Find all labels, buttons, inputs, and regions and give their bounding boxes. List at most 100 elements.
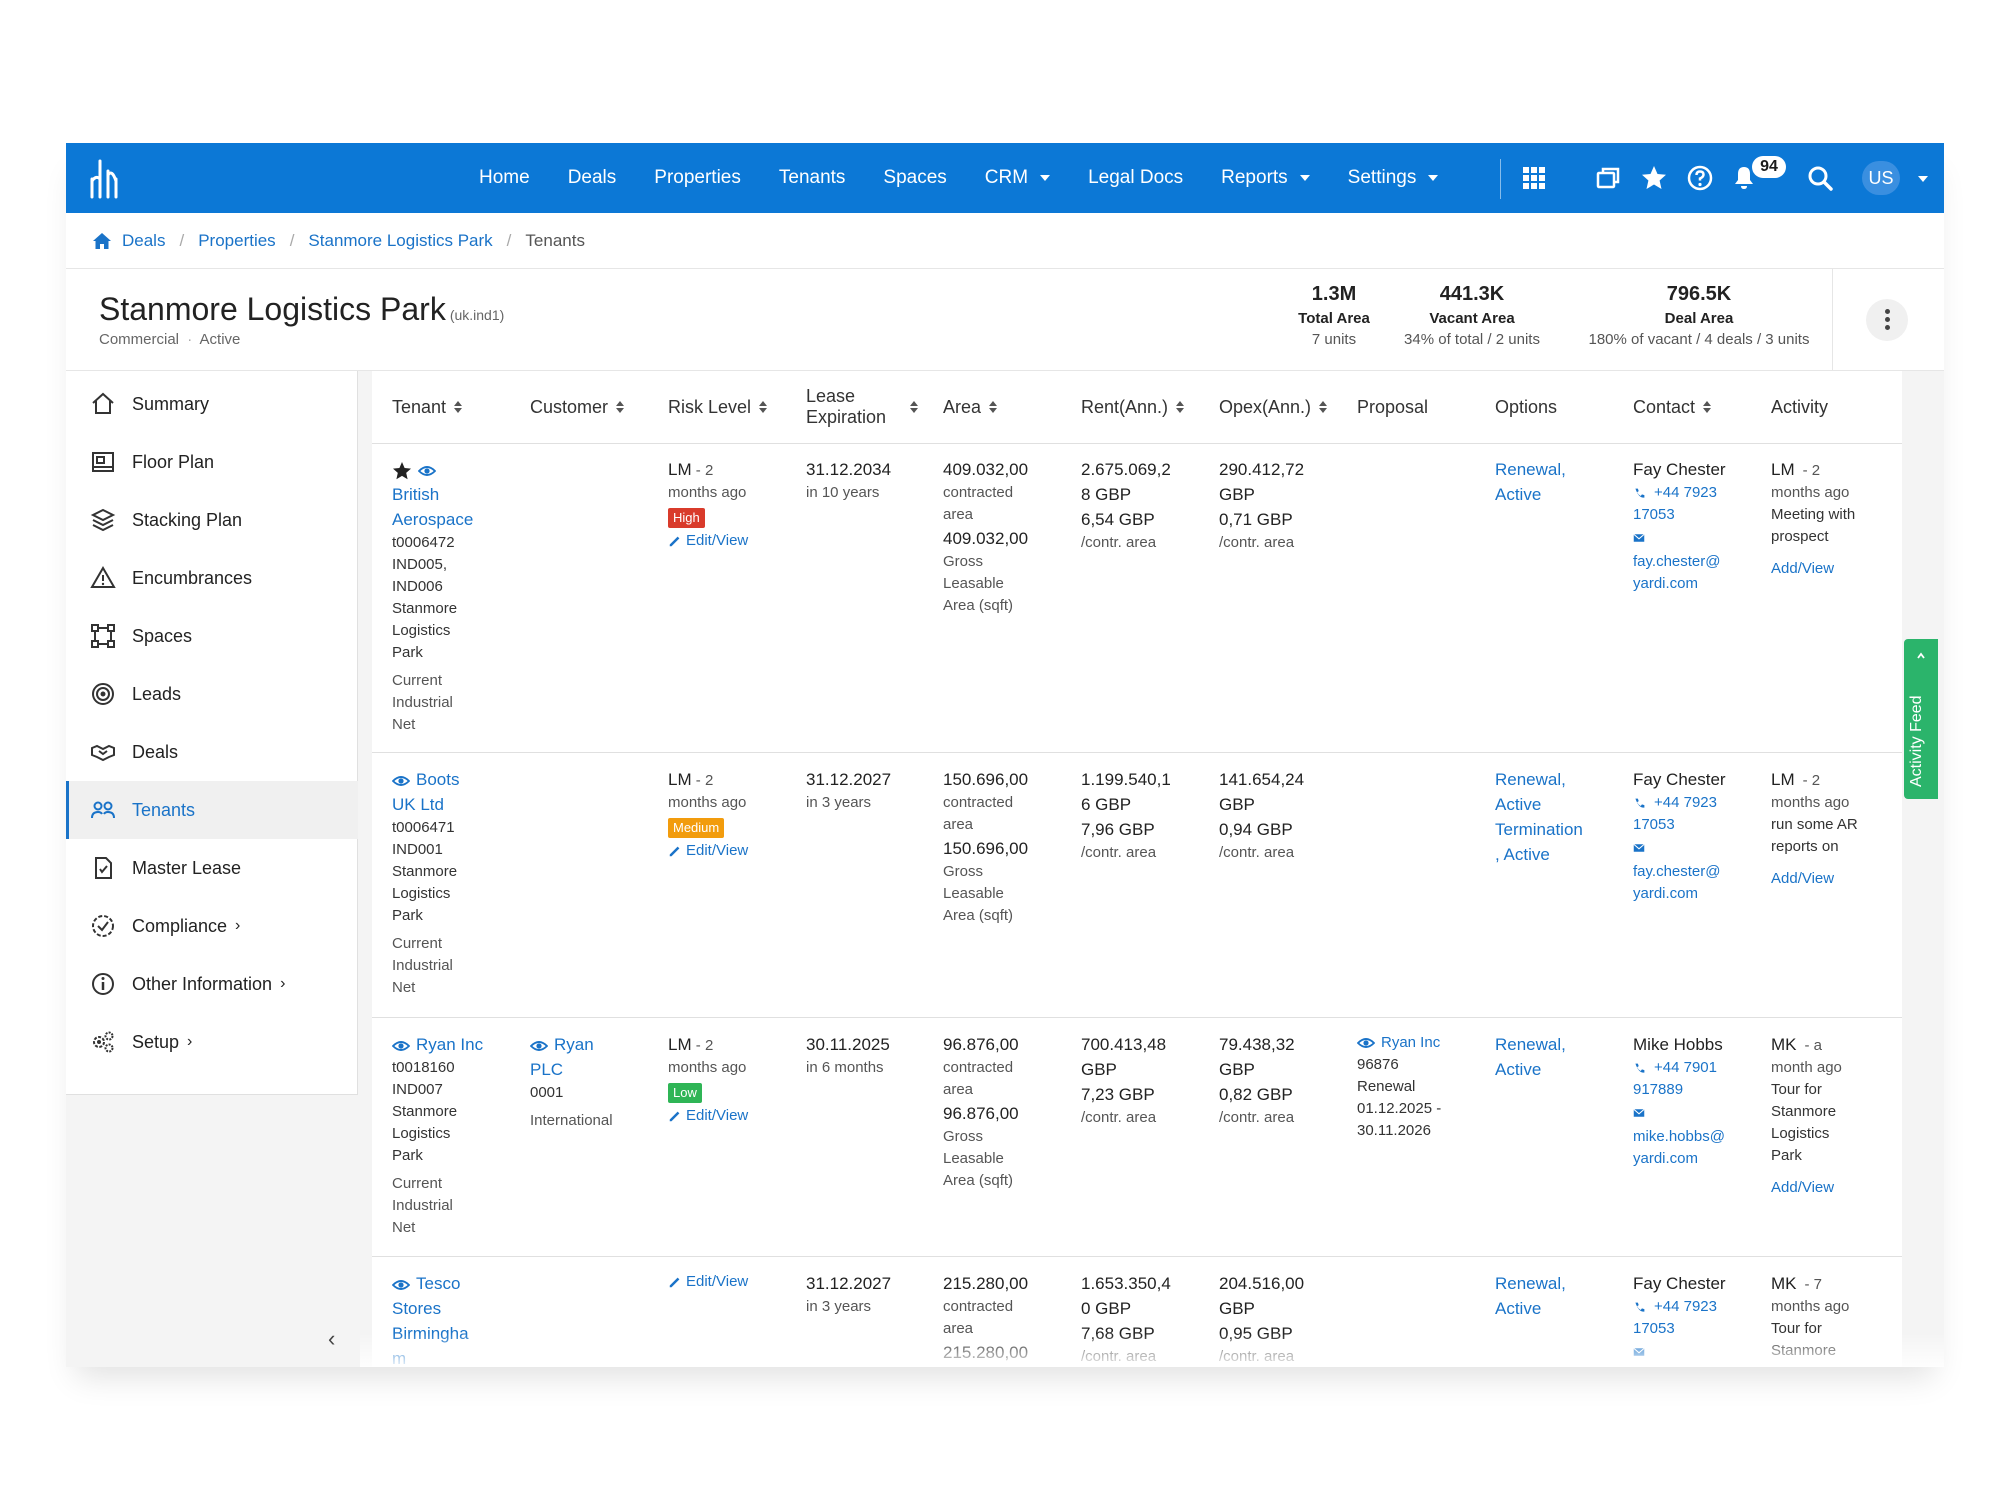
apps-grid-icon[interactable] — [1520, 164, 1548, 192]
option-link[interactable]: Renewal, — [1495, 1271, 1615, 1296]
column-header-area[interactable]: Area — [943, 371, 1063, 443]
sidebar-item-encumbrances[interactable]: Encumbrances — [66, 549, 358, 607]
column-header-rent-ann[interactable]: Rent(Ann.) — [1081, 371, 1201, 443]
contact-email-link[interactable]: yardi.com — [1633, 1148, 1753, 1170]
sort-icon[interactable] — [616, 401, 625, 413]
column-header-contact[interactable]: Contact — [1633, 371, 1753, 443]
edit-view-link[interactable]: Edit/View — [668, 840, 788, 862]
sort-icon[interactable] — [1176, 401, 1185, 413]
nav-item-legal-docs[interactable]: Legal Docs — [1088, 167, 1183, 189]
customer-name-link[interactable]: Ryan — [529, 1032, 640, 1057]
sort-icon[interactable] — [1703, 401, 1712, 413]
contact-email-link[interactable]: yardi.com — [1633, 883, 1753, 905]
column-header-risk-level[interactable]: Risk Level — [668, 371, 788, 443]
nav-item-properties[interactable]: Properties — [654, 167, 741, 189]
mail-icon[interactable] — [1633, 532, 1645, 544]
option-link[interactable]: , Active — [1495, 842, 1615, 867]
contact-phone-link[interactable]: +44 7901 — [1633, 1057, 1753, 1079]
breadcrumb-properties[interactable]: Properties — [198, 231, 275, 251]
option-link[interactable]: Renewal, — [1495, 767, 1615, 792]
contact-phone-link[interactable]: 17053 — [1633, 814, 1753, 836]
eye-icon[interactable] — [391, 1278, 411, 1292]
option-link[interactable]: Active — [1495, 1296, 1615, 1321]
proposal-link[interactable]: Ryan Inc — [1356, 1032, 1477, 1054]
nav-item-tenants[interactable]: Tenants — [779, 167, 846, 189]
eye-icon[interactable] — [391, 774, 411, 788]
contact-email-link[interactable]: fay.chester@ — [1633, 551, 1753, 573]
contact-email-link[interactable]: mike.hobbs@ — [1633, 1126, 1753, 1148]
customer-name-link[interactable]: PLC — [530, 1057, 640, 1082]
help-icon[interactable] — [1686, 164, 1714, 192]
nav-item-settings[interactable]: Settings — [1348, 167, 1439, 189]
windows-icon[interactable] — [1594, 164, 1622, 192]
sidebar-item-deals[interactable]: Deals — [66, 723, 358, 781]
option-link[interactable]: Renewal, — [1495, 457, 1615, 482]
contact-email-link[interactable]: yardi.com — [1633, 573, 1753, 595]
column-header-activity[interactable]: Activity — [1771, 371, 1891, 443]
yardi-logo[interactable] — [86, 157, 126, 199]
tenant-name-link[interactable]: Aerospace — [392, 507, 504, 532]
sidebar-item-summary[interactable]: Summary — [66, 375, 358, 433]
sort-icon[interactable] — [989, 401, 998, 413]
sidebar-item-stacking-plan[interactable]: Stacking Plan — [66, 491, 358, 549]
tenant-name-link[interactable]: British — [392, 482, 504, 507]
column-header-options[interactable]: Options — [1495, 371, 1615, 443]
contact-email-link[interactable]: fay.chester@ — [1633, 861, 1753, 883]
contact-phone-link[interactable]: 917889 — [1633, 1079, 1753, 1101]
sort-icon[interactable] — [1319, 401, 1328, 413]
sidebar-item-other-information[interactable]: Other Information › — [66, 955, 358, 1013]
sidebar-item-leads[interactable]: Leads — [66, 665, 358, 723]
breadcrumb-deals[interactable]: Deals — [122, 231, 165, 251]
activity-feed-tab[interactable]: Activity Feed — [1904, 639, 1938, 799]
eye-icon[interactable] — [391, 1039, 411, 1053]
add-view-link[interactable]: Add/View — [1771, 558, 1891, 580]
tenant-name-link[interactable]: Tesco — [391, 1271, 504, 1296]
column-header-lease-expiration[interactable]: Lease Expiration — [806, 371, 918, 443]
option-link[interactable]: Termination — [1495, 817, 1615, 842]
sidebar-item-spaces[interactable]: Spaces — [66, 607, 358, 665]
contact-phone-link[interactable]: +44 7923 — [1633, 792, 1753, 814]
sidebar-item-tenants[interactable]: Tenants — [66, 781, 358, 839]
nav-item-deals[interactable]: Deals — [568, 167, 617, 189]
breadcrumb-property[interactable]: Stanmore Logistics Park — [308, 231, 492, 251]
add-view-link[interactable]: Add/View — [1771, 1177, 1891, 1199]
contact-phone-link[interactable]: +44 7923 — [1633, 482, 1753, 504]
column-header-tenant[interactable]: Tenant — [392, 371, 504, 443]
sidebar-item-compliance[interactable]: Compliance › — [66, 897, 358, 955]
tenant-name-link[interactable]: UK Ltd — [392, 792, 504, 817]
eye-icon[interactable] — [417, 464, 437, 478]
add-view-link[interactable]: Add/View — [1771, 868, 1891, 890]
tenant-name-link[interactable]: Boots — [391, 767, 504, 792]
sidebar-collapse-button[interactable]: ‹ — [328, 1326, 335, 1352]
contact-phone-link[interactable]: 17053 — [1633, 504, 1753, 526]
nav-item-crm[interactable]: CRM — [985, 167, 1051, 189]
nav-item-home[interactable]: Home — [479, 167, 530, 189]
option-link[interactable]: Renewal, — [1495, 1032, 1615, 1057]
contact-phone-link[interactable]: +44 7923 — [1633, 1296, 1753, 1318]
star-icon[interactable] — [392, 461, 412, 481]
sort-icon[interactable] — [910, 401, 918, 413]
search-icon[interactable] — [1806, 164, 1834, 192]
mail-icon[interactable] — [1633, 1107, 1645, 1119]
mail-icon[interactable] — [1633, 842, 1645, 854]
column-header-customer[interactable]: Customer — [530, 371, 640, 443]
option-link[interactable]: Active — [1495, 1057, 1615, 1082]
more-options-button[interactable] — [1866, 299, 1908, 341]
edit-view-link[interactable]: Edit/View — [668, 530, 788, 552]
column-header-proposal[interactable]: Proposal — [1357, 371, 1477, 443]
tenant-name-link[interactable]: Ryan Inc — [391, 1032, 504, 1057]
nav-item-spaces[interactable]: Spaces — [883, 167, 946, 189]
sort-icon[interactable] — [454, 401, 463, 413]
edit-view-link[interactable]: Edit/View — [668, 1271, 788, 1293]
nav-item-reports[interactable]: Reports — [1221, 167, 1310, 189]
chevron-down-icon[interactable] — [1918, 176, 1928, 182]
star-icon[interactable] — [1640, 164, 1668, 192]
home-icon[interactable] — [92, 232, 112, 250]
eye-icon[interactable] — [529, 1039, 549, 1053]
column-header-opex-ann[interactable]: Opex(Ann.) — [1219, 371, 1339, 443]
sidebar-item-master-lease[interactable]: Master Lease — [66, 839, 358, 897]
user-avatar[interactable]: US — [1862, 161, 1900, 195]
option-link[interactable]: Active — [1495, 482, 1615, 507]
edit-view-link[interactable]: Edit/View — [668, 1105, 788, 1127]
option-link[interactable]: Active — [1495, 792, 1615, 817]
